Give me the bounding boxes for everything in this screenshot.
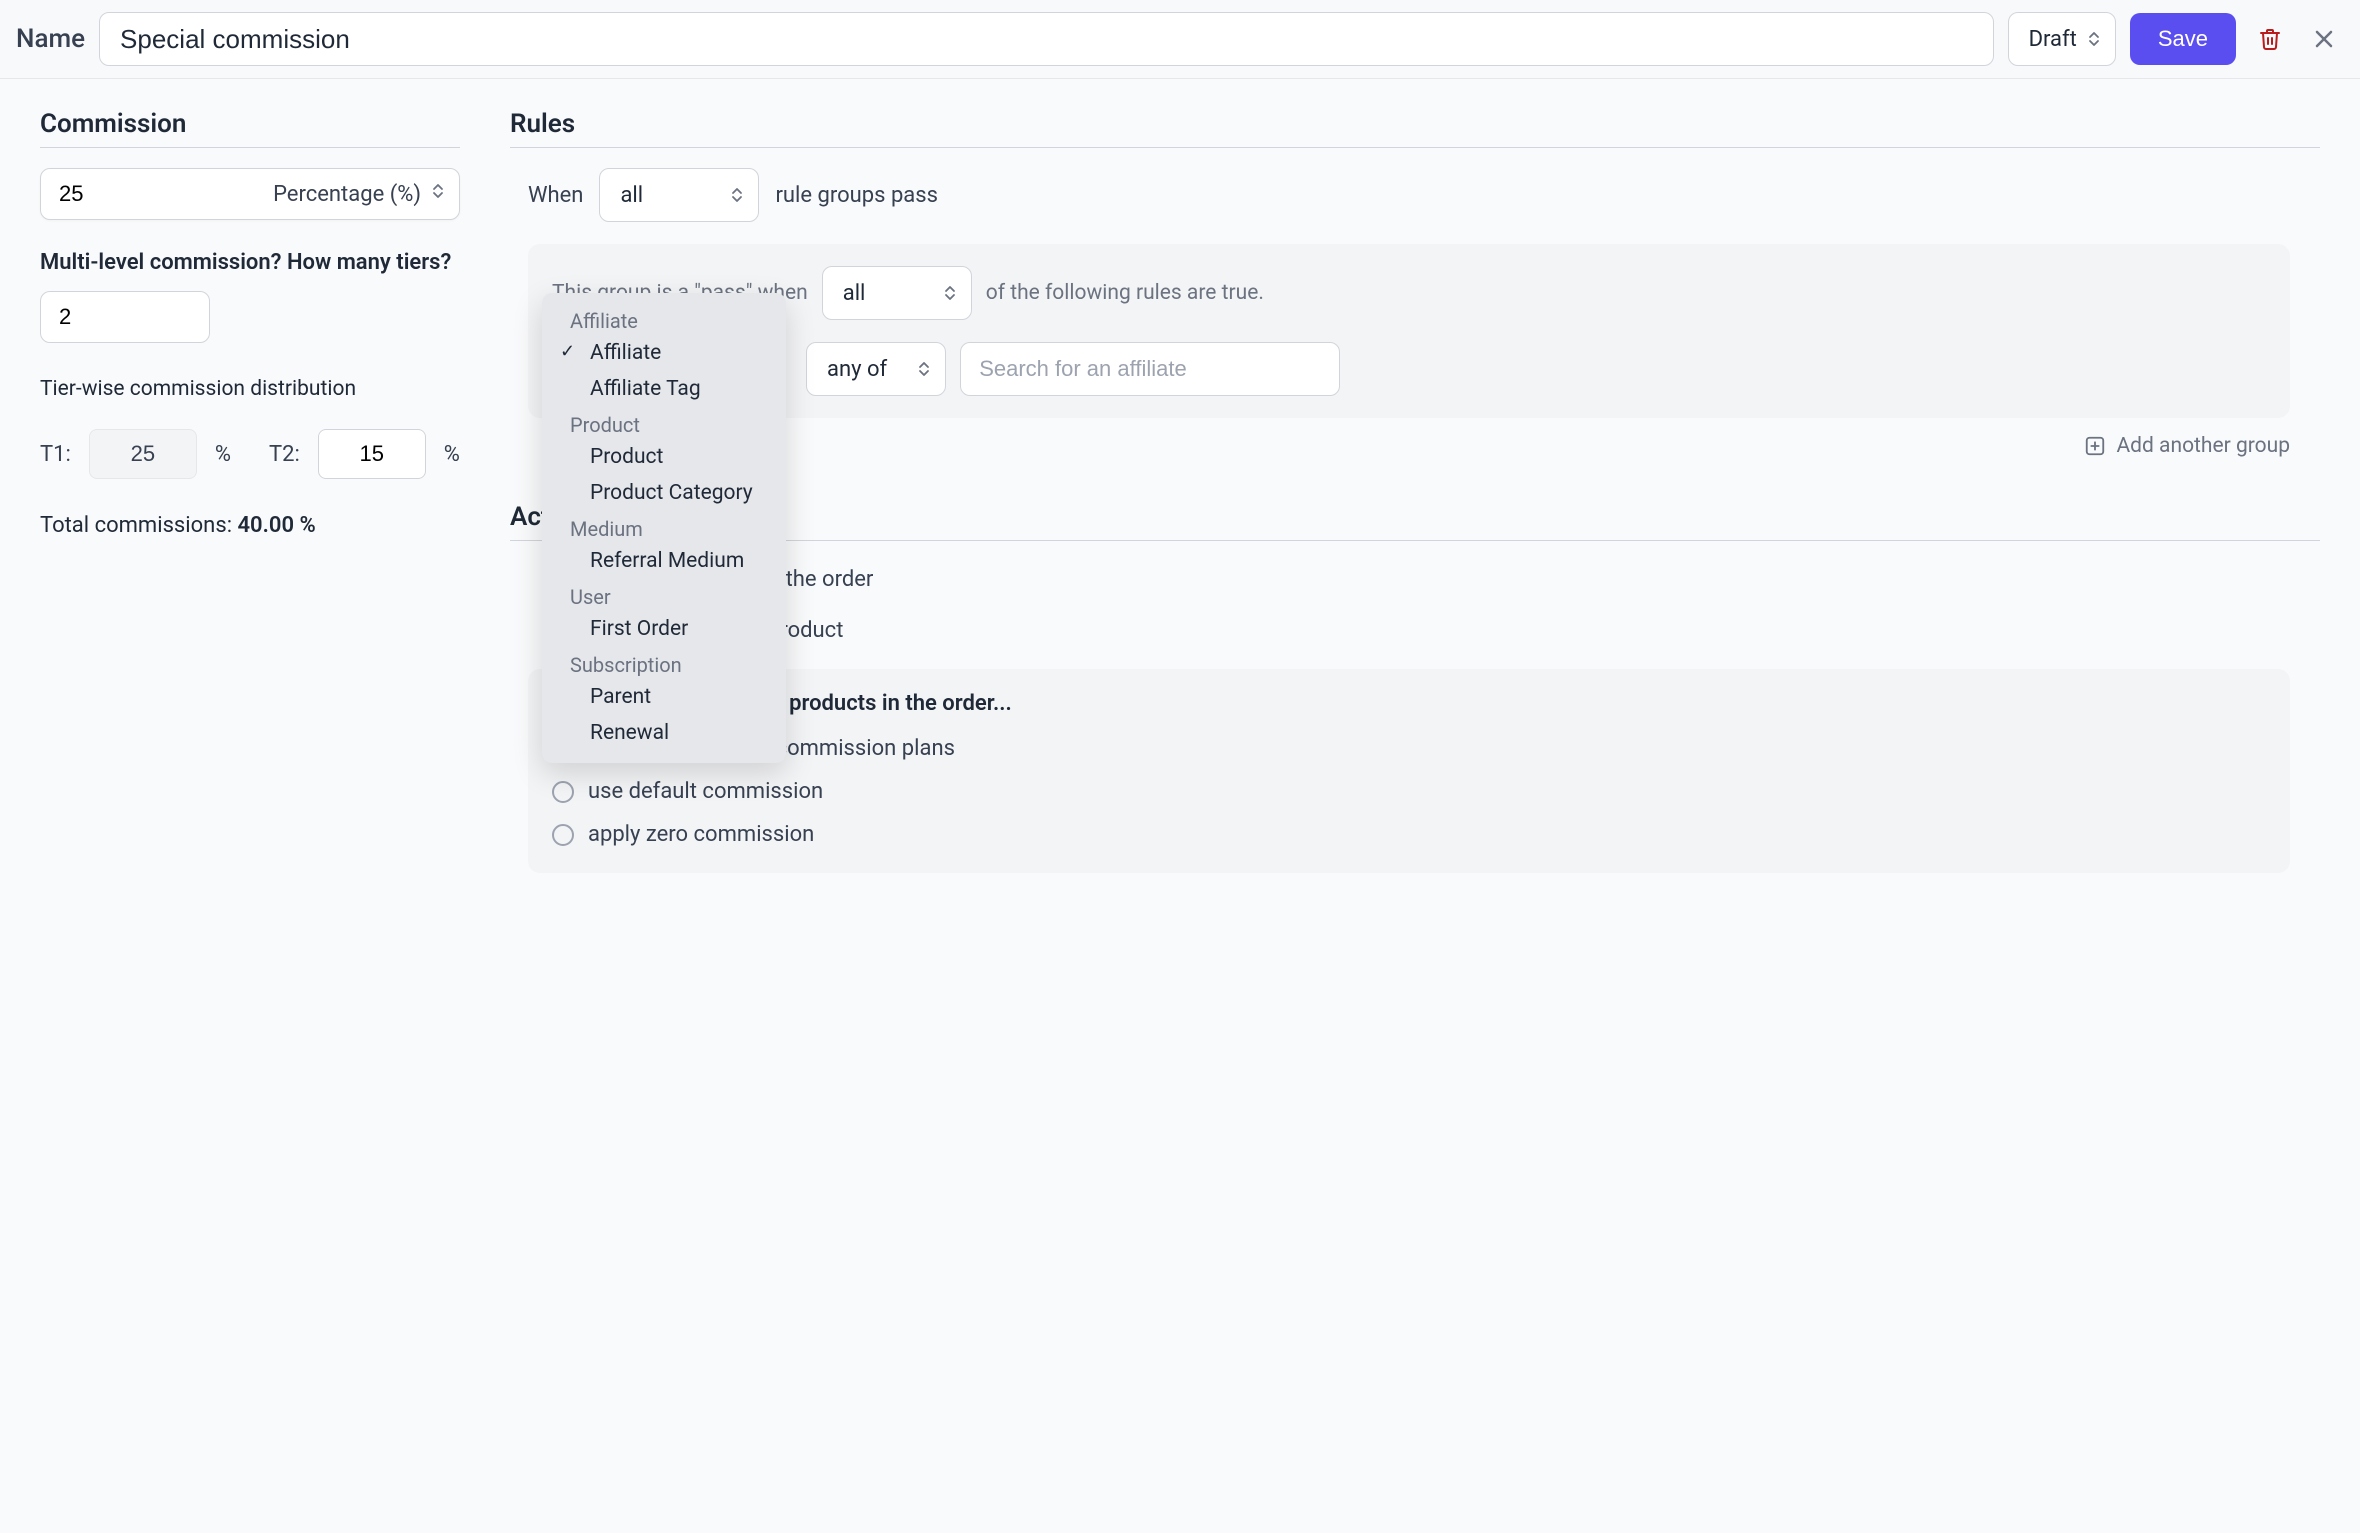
rules-panel: Rules When all rule groups pass This gro… xyxy=(510,109,2320,873)
commission-value-input[interactable] xyxy=(59,181,129,207)
t1-value xyxy=(89,429,197,479)
when-line: When all rule groups pass xyxy=(528,168,2320,222)
dropdown-option[interactable]: Renewal xyxy=(542,715,786,751)
status-select[interactable]: Draft xyxy=(2008,12,2116,66)
group-head: This group is a "pass" when all of the f… xyxy=(552,266,2266,320)
remaining-option[interactable]: continue matching commission plans xyxy=(552,736,2266,761)
t1-label: T1: xyxy=(40,442,71,467)
rules-heading: Rules xyxy=(510,109,2320,148)
rule-field-dropdown[interactable]: AffiliateAffiliateAffiliate TagProductPr… xyxy=(542,293,786,763)
rule-group: This group is a "pass" when all of the f… xyxy=(528,244,2290,418)
header-bar: Name Draft Save xyxy=(0,0,2360,79)
trash-icon[interactable] xyxy=(2250,19,2290,59)
dropdown-option[interactable]: Affiliate xyxy=(542,335,786,371)
pct-symbol: % xyxy=(444,442,460,467)
chevron-updown-icon xyxy=(943,284,957,302)
commission-type-label: Percentage (%) xyxy=(273,182,421,207)
name-label: Name xyxy=(16,24,85,54)
rule-condition-select[interactable]: any of xyxy=(806,342,946,396)
when-select[interactable]: all xyxy=(599,168,759,222)
chevron-updown-icon xyxy=(917,360,931,378)
save-button[interactable]: Save xyxy=(2130,13,2236,65)
rule-row: any of xyxy=(552,342,2266,396)
multilevel-label: Multi-level commission? How many tiers? xyxy=(40,250,460,275)
affiliate-search-input[interactable] xyxy=(960,342,1340,396)
tiers-row: T1: % T2: % xyxy=(40,429,460,479)
chevron-updown-icon[interactable] xyxy=(431,182,445,206)
remaining-option[interactable]: use default commission xyxy=(552,779,2266,804)
dropdown-group-label: Medium xyxy=(542,511,786,543)
chevron-updown-icon xyxy=(2087,30,2101,48)
chevron-updown-icon xyxy=(730,186,744,204)
group-match-select[interactable]: all xyxy=(822,266,972,320)
dropdown-option[interactable]: First Order xyxy=(542,611,786,647)
dropdown-option[interactable]: Parent xyxy=(542,679,786,715)
remaining-title: And then, for remaining products in the … xyxy=(552,691,2266,716)
name-input[interactable] xyxy=(99,12,1994,66)
commission-panel: Commission Percentage (%) Multi-level co… xyxy=(40,109,460,873)
commission-heading: Commission xyxy=(40,109,460,148)
dropdown-option[interactable]: Referral Medium xyxy=(542,543,786,579)
t2-label: T2: xyxy=(269,442,300,467)
remaining-box: And then, for remaining products in the … xyxy=(528,669,2290,873)
pct-symbol: % xyxy=(215,442,231,467)
when-suffix: rule groups pass xyxy=(775,183,938,208)
commission-value-row: Percentage (%) xyxy=(40,168,460,220)
distribution-label: Tier-wise commission distribution xyxy=(40,377,460,401)
status-value: Draft xyxy=(2029,27,2077,52)
tier-count-input[interactable] xyxy=(40,291,210,343)
radio-icon xyxy=(552,781,574,803)
remaining-option[interactable]: apply zero commission xyxy=(552,822,2266,847)
dropdown-option[interactable]: Affiliate Tag xyxy=(542,371,786,407)
dropdown-group-label: Subscription xyxy=(542,647,786,679)
dropdown-group-label: Product xyxy=(542,407,786,439)
dropdown-option[interactable]: Product Category xyxy=(542,475,786,511)
dropdown-group-label: Affiliate xyxy=(542,303,786,335)
obscured-option-1: n the order xyxy=(528,561,2320,598)
dropdown-option[interactable]: Product xyxy=(542,439,786,475)
t2-value-input[interactable] xyxy=(318,429,426,479)
close-icon[interactable] xyxy=(2304,19,2344,59)
obscured-option-2: product xyxy=(528,612,2320,649)
when-prefix: When xyxy=(528,183,583,208)
total-commissions: Total commissions: 40.00 % xyxy=(40,513,460,538)
dropdown-group-label: User xyxy=(542,579,786,611)
plus-square-icon xyxy=(2084,435,2106,457)
radio-icon xyxy=(552,824,574,846)
add-group-button[interactable]: Add another group xyxy=(528,434,2290,458)
